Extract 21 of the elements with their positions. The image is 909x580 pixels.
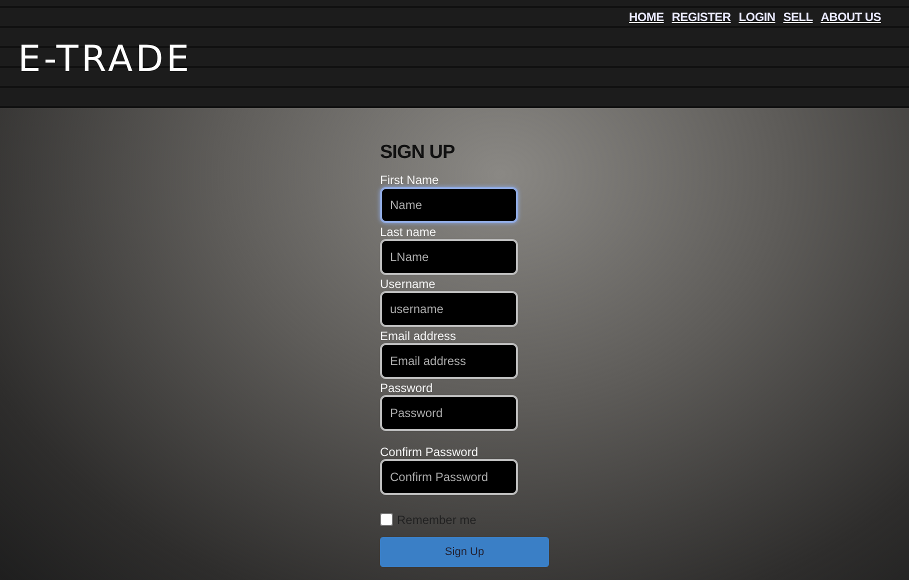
- input-field[interactable]: Confirm Password: [380, 458, 518, 495]
- input-field[interactable]: Email address: [380, 342, 518, 379]
- nav-link[interactable]: REGISTER: [672, 8, 731, 26]
- input-field[interactable]: LName: [380, 238, 518, 275]
- nav-link[interactable]: SELL: [783, 8, 813, 26]
- form-title: SIGN UP: [380, 142, 456, 165]
- remember-checkbox[interactable]: [380, 513, 393, 526]
- input-field[interactable]: username: [380, 290, 518, 327]
- nav-link[interactable]: ABOUT US: [820, 8, 881, 26]
- nav-link[interactable]: HOME: [628, 8, 664, 26]
- field-label: Last name: [380, 224, 438, 239]
- site-logo: E-TRADE: [18, 42, 192, 78]
- input-field[interactable]: Name: [380, 186, 518, 223]
- sign-up-button[interactable]: Sign Up: [380, 536, 549, 567]
- field-label: Email address: [380, 328, 458, 343]
- field-label: Username: [380, 276, 436, 291]
- field-label: Password: [380, 380, 434, 395]
- input-field[interactable]: Password: [380, 394, 518, 431]
- field-label: First Name: [380, 172, 440, 187]
- field-label: Confirm Password: [380, 444, 480, 459]
- nav-link[interactable]: LOGIN: [738, 8, 776, 26]
